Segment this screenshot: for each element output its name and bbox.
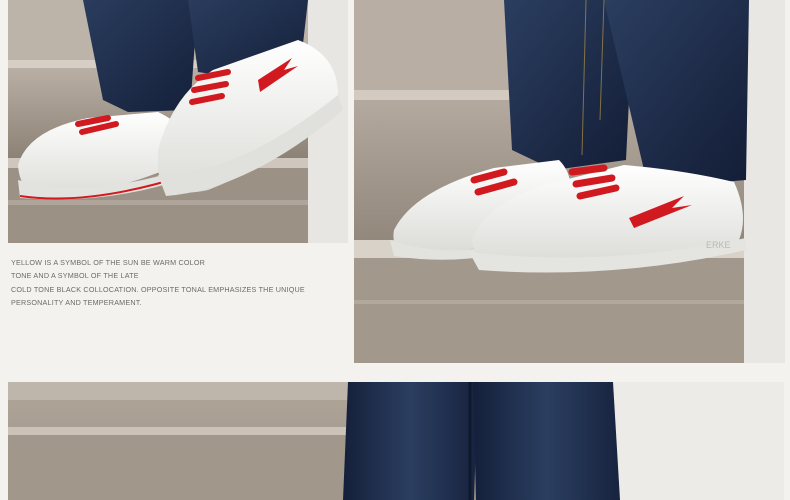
caption-line-2: TONE AND A SYMBOL OF THE LATE <box>11 271 139 281</box>
photo-top-right: ERKE <box>354 0 785 363</box>
shoe-logo-text: ERKE <box>706 240 731 250</box>
photo-bottom <box>8 382 784 500</box>
caption-text: YELLOW IS A SYMBOL OF THE SUN BE WARM CO… <box>11 256 341 310</box>
jeans-stairs-image <box>8 382 784 500</box>
photo-top-left <box>8 0 348 243</box>
caption-line-4: PERSONALITY AND TEMPERAMENT. <box>11 298 142 308</box>
sneakers-stairs-image <box>8 0 348 243</box>
caption-line-1: YELLOW IS A SYMBOL OF THE SUN BE WARM CO… <box>11 258 206 267</box>
caption-line-3: COLD TONE BLACK COLLOCATION. OPPOSITE TO… <box>11 284 305 294</box>
sneakers-stairs-image: ERKE <box>354 0 785 363</box>
